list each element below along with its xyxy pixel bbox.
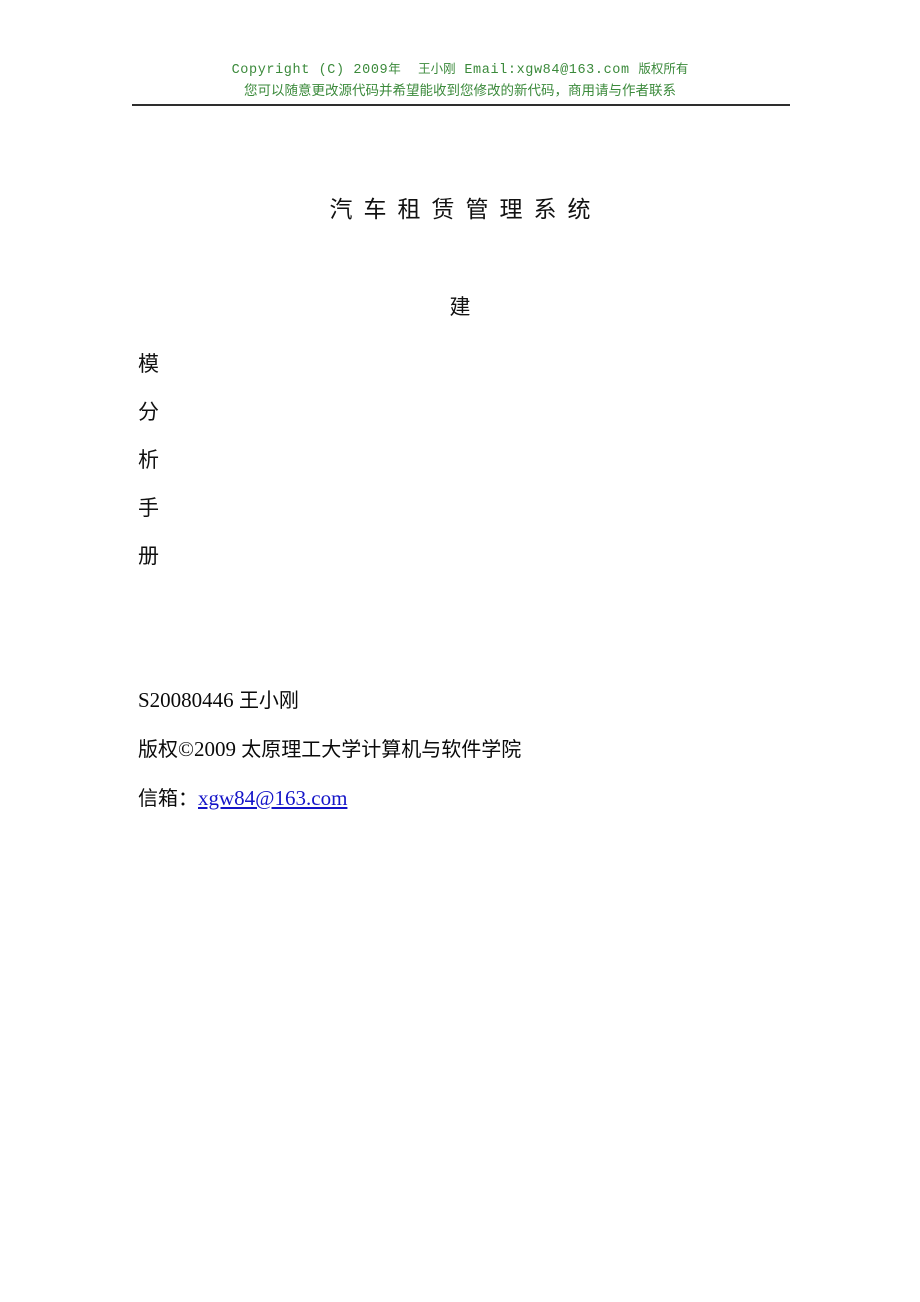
header-email-text: Email:xgw84@163.com	[464, 63, 630, 78]
subtitle-centered-char: 建	[449, 295, 471, 319]
header-copyright-latin: Copyright (C) 2009	[231, 63, 389, 78]
page-title: 汽车租赁管理系统	[329, 197, 602, 223]
student-name: 王小刚	[238, 688, 299, 712]
author-meta-block: S20080446 王小刚 版权©2009 太原理工大学计算机与软件学院 信箱：…	[138, 676, 738, 823]
subtitle-char: 手	[138, 496, 159, 520]
subtitle-character-column: 模 分 析 手 册	[138, 340, 338, 580]
header-divider-rule	[132, 104, 790, 106]
header-rights-reserved: 版权所有	[638, 61, 689, 76]
document-page: Copyright (C) 2009年 王小刚 Email:xgw84@163.…	[0, 0, 920, 1302]
page-header: Copyright (C) 2009年 王小刚 Email:xgw84@163.…	[0, 59, 920, 101]
subtitle-char: 析	[138, 448, 159, 472]
email-label: 信箱：	[138, 786, 198, 810]
email-link[interactable]: xgw84@163.com	[198, 786, 347, 810]
subtitle-char: 模	[138, 352, 159, 376]
subtitle-char: 分	[138, 400, 159, 424]
copyright-year: ©2009	[178, 737, 242, 761]
student-id-line: S20080446 王小刚	[138, 676, 738, 725]
copyright-label: 版权	[138, 737, 178, 761]
email-line: 信箱：xgw84@163.com	[138, 774, 738, 823]
header-license-line: 您可以随意更改源代码并希望能收到您修改的新代码，商用请与作者联系	[244, 83, 676, 99]
header-year-char: 年	[388, 61, 401, 76]
student-id: S20080446	[138, 688, 239, 712]
subtitle-char: 册	[138, 544, 159, 568]
header-author-name: 王小刚	[418, 61, 456, 76]
copyright-line: 版权©2009 太原理工大学计算机与软件学院	[138, 725, 738, 774]
institution-name: 太原理工大学计算机与软件学院	[241, 737, 522, 761]
header-copyright-line: Copyright (C) 2009年 王小刚 Email:xgw84@163.…	[0, 59, 920, 80]
